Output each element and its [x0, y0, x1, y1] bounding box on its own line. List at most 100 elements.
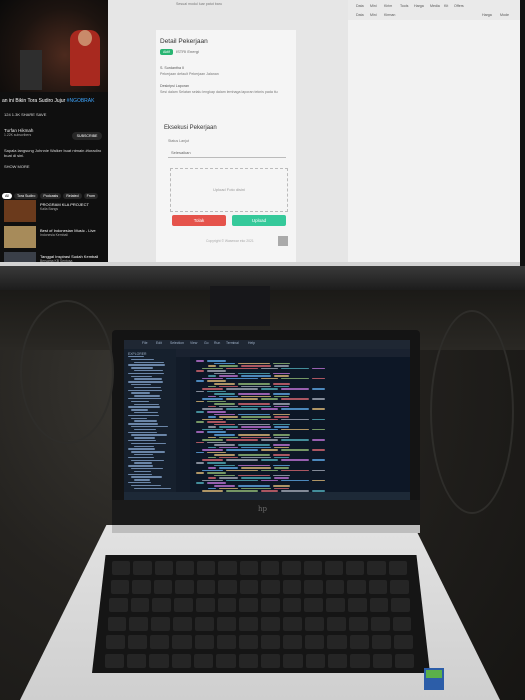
- keyboard-key[interactable]: [372, 653, 393, 668]
- right-menu-4[interactable]: Harga: [414, 4, 424, 8]
- chip-from[interactable]: From: [83, 193, 98, 199]
- keyboard-key[interactable]: [282, 561, 301, 575]
- keyboard-key[interactable]: [154, 561, 173, 575]
- explorer-file[interactable]: [134, 428, 156, 431]
- explorer-file[interactable]: [131, 417, 147, 419]
- explorer-file[interactable]: [131, 400, 149, 403]
- related-thumb-1[interactable]: [4, 200, 36, 222]
- keyboard-key[interactable]: [126, 653, 147, 668]
- right-menu-3[interactable]: Tools: [400, 4, 408, 8]
- keyboard-key[interactable]: [217, 616, 237, 631]
- explorer-file[interactable]: [128, 414, 159, 417]
- reject-button[interactable]: Tolak: [172, 215, 226, 226]
- right-sub-1[interactable]: Mini: [370, 13, 377, 17]
- status-select[interactable]: Selesaikan: [168, 147, 286, 158]
- related-item-2[interactable]: Best of Indonesian Music - Live Indonesia…: [40, 228, 106, 238]
- scroll-top-button[interactable]: [278, 236, 288, 246]
- keyboard-key[interactable]: [324, 561, 344, 575]
- keyboard-key[interactable]: [325, 579, 344, 594]
- explorer-file[interactable]: [128, 381, 163, 383]
- subscribe-button[interactable]: SUBSCRIBE: [72, 132, 102, 140]
- keyboard-key[interactable]: [239, 598, 258, 612]
- keyboard-key[interactable]: [304, 598, 324, 612]
- keyboard-key[interactable]: [282, 579, 301, 594]
- editor-menu-edit[interactable]: Edit: [156, 341, 162, 345]
- editor-menu-terminal[interactable]: Terminal: [226, 341, 239, 345]
- keyboard-key[interactable]: [261, 561, 280, 575]
- right-menu-7[interactable]: Offers: [454, 4, 464, 8]
- keyboard-key[interactable]: [195, 598, 215, 612]
- explorer-file[interactable]: [128, 406, 160, 408]
- keyboard-key[interactable]: [112, 561, 131, 575]
- keyboard-key[interactable]: [110, 579, 129, 594]
- keyboard-key[interactable]: [197, 561, 216, 575]
- upload-dropzone[interactable]: Upload Foto disini: [170, 168, 288, 212]
- keyboard-key[interactable]: [395, 653, 415, 668]
- keyboard-key[interactable]: [368, 579, 387, 594]
- keyboard-key[interactable]: [216, 635, 236, 649]
- explorer-file[interactable]: [131, 434, 167, 436]
- keyboard-key[interactable]: [218, 561, 237, 575]
- explorer-file[interactable]: [134, 437, 155, 439]
- explorer-file[interactable]: [134, 462, 152, 464]
- keyboard-key[interactable]: [175, 561, 195, 575]
- explorer-file[interactable]: [128, 389, 162, 391]
- keyboard-key[interactable]: [371, 635, 391, 649]
- right-sub-4[interactable]: Mode: [500, 13, 509, 17]
- keyboard-key[interactable]: [283, 653, 303, 668]
- keyboard-key[interactable]: [239, 561, 258, 575]
- explorer-file[interactable]: [134, 445, 154, 447]
- keyboard-key[interactable]: [304, 579, 323, 594]
- explorer-file[interactable]: [128, 372, 164, 375]
- editor-menu-view[interactable]: View: [190, 341, 197, 345]
- keyboard-key[interactable]: [109, 598, 128, 612]
- keyboard-key[interactable]: [261, 579, 280, 594]
- keyboard-key[interactable]: [152, 598, 172, 612]
- related-thumb-2[interactable]: [4, 226, 36, 248]
- keyboard-key[interactable]: [261, 616, 280, 631]
- explorer-file[interactable]: [131, 476, 162, 478]
- explorer-file[interactable]: [134, 487, 171, 489]
- right-menu-2[interactable]: Kirim: [384, 4, 392, 8]
- keyboard-key[interactable]: [132, 579, 151, 594]
- explorer-file[interactable]: [134, 403, 159, 405]
- keyboard-key[interactable]: [261, 635, 281, 649]
- right-sub-2[interactable]: Kirman: [384, 13, 395, 17]
- keyboard-key[interactable]: [303, 561, 322, 575]
- keyboard-key[interactable]: [149, 653, 169, 668]
- keyboard-key[interactable]: [107, 616, 127, 631]
- explorer-file[interactable]: [131, 358, 154, 361]
- explorer-file[interactable]: [128, 456, 154, 459]
- right-menu-1[interactable]: Mini: [370, 4, 377, 8]
- explorer-file[interactable]: [134, 395, 160, 397]
- keyboard-key[interactable]: [282, 598, 302, 612]
- keyboard-key[interactable]: [391, 598, 410, 612]
- keyboard-key[interactable]: [104, 653, 124, 668]
- editor-menu-selection[interactable]: Selection: [170, 341, 184, 345]
- explorer-file[interactable]: [131, 484, 161, 487]
- explorer-file[interactable]: [131, 451, 165, 453]
- explorer-file[interactable]: [128, 423, 158, 425]
- keyboard-key[interactable]: [393, 635, 413, 649]
- keyboard-key[interactable]: [326, 616, 346, 631]
- explorer-file[interactable]: [134, 420, 157, 422]
- keyboard-key[interactable]: [218, 579, 237, 594]
- chip-all[interactable]: All: [2, 193, 12, 199]
- keyboard-key[interactable]: [282, 616, 302, 631]
- keyboard-key[interactable]: [153, 579, 172, 594]
- keyboard-key[interactable]: [370, 616, 390, 631]
- chip-podcasts[interactable]: Podcasts: [40, 193, 62, 199]
- explorer-file[interactable]: [131, 375, 152, 377]
- keyboard-key[interactable]: [151, 616, 171, 631]
- keyboard-key[interactable]: [150, 635, 170, 649]
- keyboard-key[interactable]: [392, 616, 412, 631]
- editor-menu-file[interactable]: File: [142, 341, 147, 345]
- keyboard-key[interactable]: [261, 653, 281, 668]
- editor-menu-run[interactable]: Run: [214, 341, 220, 345]
- explorer-file[interactable]: [128, 431, 157, 433]
- keyboard-key[interactable]: [327, 635, 347, 649]
- right-sub-0[interactable]: Data: [356, 13, 364, 17]
- keyboard-key[interactable]: [305, 653, 326, 668]
- chip-related[interactable]: Related: [63, 193, 82, 199]
- keyboard-key[interactable]: [328, 653, 348, 668]
